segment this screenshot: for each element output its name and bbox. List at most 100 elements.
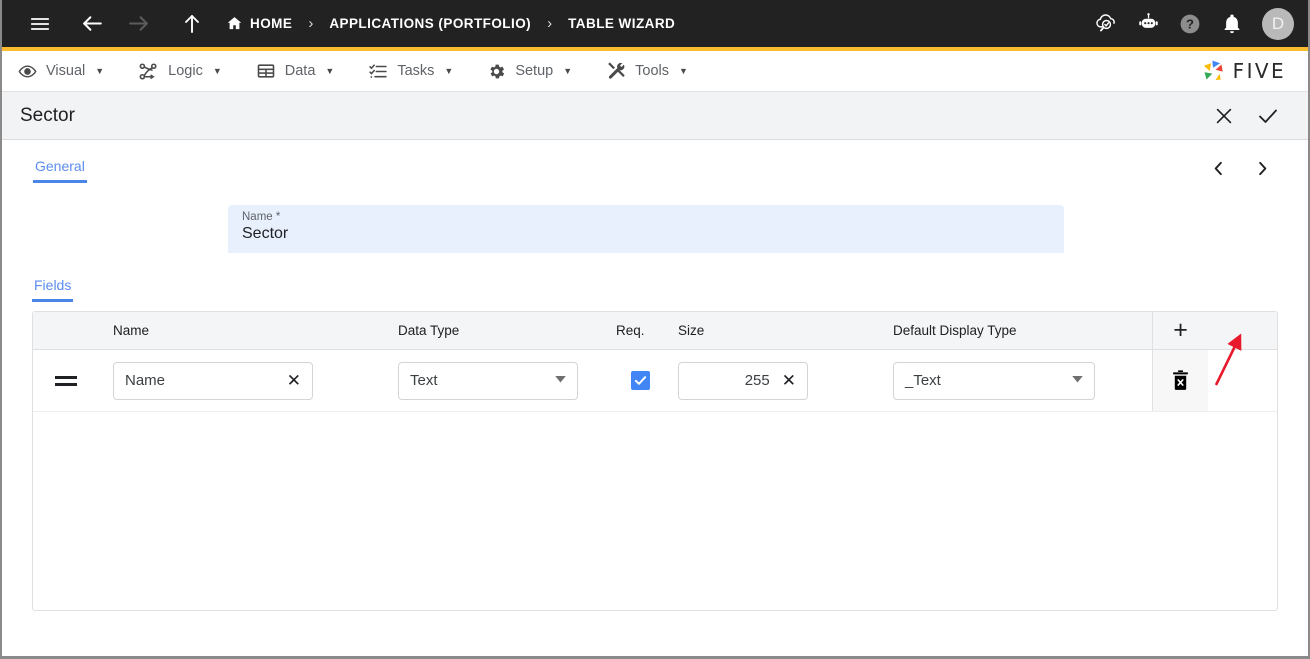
cell-data-type: Text (384, 361, 616, 400)
name-field-row: Name * Sector (32, 183, 1278, 253)
general-tab-row: General (32, 140, 1278, 183)
application-window: HOME › APPLICATIONS (PORTFOLIO) › TABLE … (0, 0, 1310, 659)
chevron-down-icon: ▼ (212, 66, 222, 76)
default-display-type-select[interactable]: _Text (893, 361, 1095, 400)
name-input[interactable]: Name * Sector (228, 205, 1064, 253)
record-title-bar: Sector (2, 92, 1308, 140)
topbar-right-group: ? D (1087, 5, 1294, 43)
record-nav-arrows (1202, 152, 1278, 184)
chevron-down-icon: ▼ (325, 66, 335, 76)
gear-icon (487, 62, 506, 81)
table-grid-icon (256, 61, 276, 81)
cell-name: Name ✕ (99, 361, 384, 400)
drag-handle-icon (55, 375, 77, 386)
clear-icon[interactable]: ✕ (279, 371, 301, 391)
column-header-size: Size (678, 323, 705, 338)
required-checkbox[interactable] (630, 371, 650, 390)
menu-visual[interactable]: Visual ▼ (18, 62, 104, 81)
chevron-down-icon: ▼ (563, 66, 573, 76)
previous-record-button[interactable] (1202, 152, 1234, 184)
chevron-down-icon: ▼ (444, 66, 454, 76)
menu-logic[interactable]: Logic ▼ (138, 61, 222, 82)
column-header-data-type: Data Type (398, 323, 460, 338)
row-drag-handle[interactable] (33, 375, 99, 386)
data-type-select[interactable]: Text (398, 361, 578, 400)
breadcrumb-separator-2: › (547, 15, 553, 32)
column-header-name: Name (113, 323, 150, 338)
tab-fields-label: Fields (34, 277, 72, 293)
five-wordmark: FIVE (1232, 59, 1286, 83)
next-record-button[interactable] (1246, 152, 1278, 184)
module-menu-bar: Visual ▼ Logic ▼ Data ▼ Tasks ▼ Setup ▼ … (2, 51, 1308, 92)
back-arrow-icon[interactable] (72, 4, 112, 44)
column-header-default-display-type: Default Display Type (893, 323, 1017, 338)
name-input-label: Name * (242, 211, 281, 223)
flow-nodes-icon (138, 61, 159, 82)
notifications-bell-icon[interactable] (1213, 5, 1251, 43)
menu-setup-label: Setup (515, 63, 554, 79)
menu-setup[interactable]: Setup ▼ (487, 62, 572, 81)
clear-icon[interactable]: ✕ (774, 371, 796, 391)
help-icon[interactable]: ? (1171, 5, 1209, 43)
tools-icon (606, 61, 626, 81)
column-header-required: Req. (616, 323, 645, 338)
size-input[interactable]: 255 ✕ (678, 361, 808, 400)
data-type-value: Text (410, 372, 438, 389)
menu-data[interactable]: Data ▼ (256, 61, 335, 81)
tab-general[interactable]: General (33, 140, 87, 183)
breadcrumb-item-applications[interactable]: APPLICATIONS (PORTFOLIO) (329, 16, 531, 31)
check-icon (1259, 109, 1277, 123)
chevron-down-icon (1072, 375, 1083, 386)
chevron-left-icon (1214, 161, 1222, 175)
breadcrumb-separator: › (308, 15, 314, 32)
fields-table-header: Name Data Type Req. Size Default Display… (33, 312, 1277, 350)
record-content: General Name * Sector Fields Name Data T… (2, 140, 1308, 611)
name-input-value: Sector (242, 225, 289, 242)
chevron-down-icon: ▼ (679, 66, 688, 76)
forward-arrow-icon (118, 4, 158, 44)
menu-tools-label: Tools (635, 63, 669, 79)
fields-tab-row: Fields (32, 277, 1278, 302)
page-title: Sector (20, 104, 75, 126)
field-name-input[interactable]: Name ✕ (113, 361, 313, 400)
menu-data-label: Data (284, 63, 316, 79)
tab-fields[interactable]: Fields (32, 277, 74, 302)
menu-tools[interactable]: Tools ▼ (606, 61, 688, 81)
up-arrow-icon[interactable] (172, 4, 212, 44)
cell-default-display-type: _Text (879, 361, 1152, 400)
breadcrumb-label-applications: APPLICATIONS (PORTFOLIO) (329, 16, 532, 31)
breadcrumb-item-table-wizard[interactable]: TABLE WIZARD (568, 16, 675, 31)
tab-general-label: General (35, 158, 85, 174)
breadcrumb-label-table-wizard: TABLE WIZARD (568, 16, 676, 31)
user-avatar[interactable]: D (1262, 7, 1294, 40)
checklist-icon (368, 61, 388, 81)
menu-tasks-label: Tasks (397, 63, 435, 79)
hamburger-icon[interactable] (20, 4, 60, 44)
delete-row-button[interactable] (1152, 350, 1208, 411)
size-value: 255 (744, 372, 770, 389)
chatbot-icon[interactable] (1129, 5, 1167, 43)
plus-icon: + (1173, 316, 1188, 344)
add-row-button[interactable]: + (1152, 312, 1208, 349)
chevron-right-icon (1258, 161, 1266, 175)
cell-size: 255 ✕ (664, 361, 879, 400)
delete-icon (1173, 370, 1188, 390)
eye-icon (18, 62, 37, 81)
cell-required (616, 371, 664, 390)
svg-text:?: ? (1186, 16, 1194, 31)
breadcrumb-item-home[interactable]: HOME (226, 15, 292, 32)
fields-table: Name Data Type Req. Size Default Display… (32, 311, 1278, 611)
breadcrumb-label-home: HOME (250, 16, 293, 31)
cancel-button[interactable] (1202, 94, 1246, 138)
menu-tasks[interactable]: Tasks ▼ (368, 61, 453, 81)
cloud-search-icon[interactable] (1087, 5, 1125, 43)
chevron-down-icon (555, 375, 566, 386)
menu-logic-label: Logic (168, 63, 203, 79)
five-pinwheel-icon (1203, 60, 1223, 81)
table-row: Name ✕ Text 255 ✕ _Text (33, 350, 1277, 412)
save-button[interactable] (1246, 94, 1290, 138)
five-brand-logo: FIVE (1200, 58, 1286, 84)
home-icon (226, 15, 243, 32)
field-name-value: Name (125, 372, 166, 389)
chevron-down-icon: ▼ (95, 66, 105, 76)
